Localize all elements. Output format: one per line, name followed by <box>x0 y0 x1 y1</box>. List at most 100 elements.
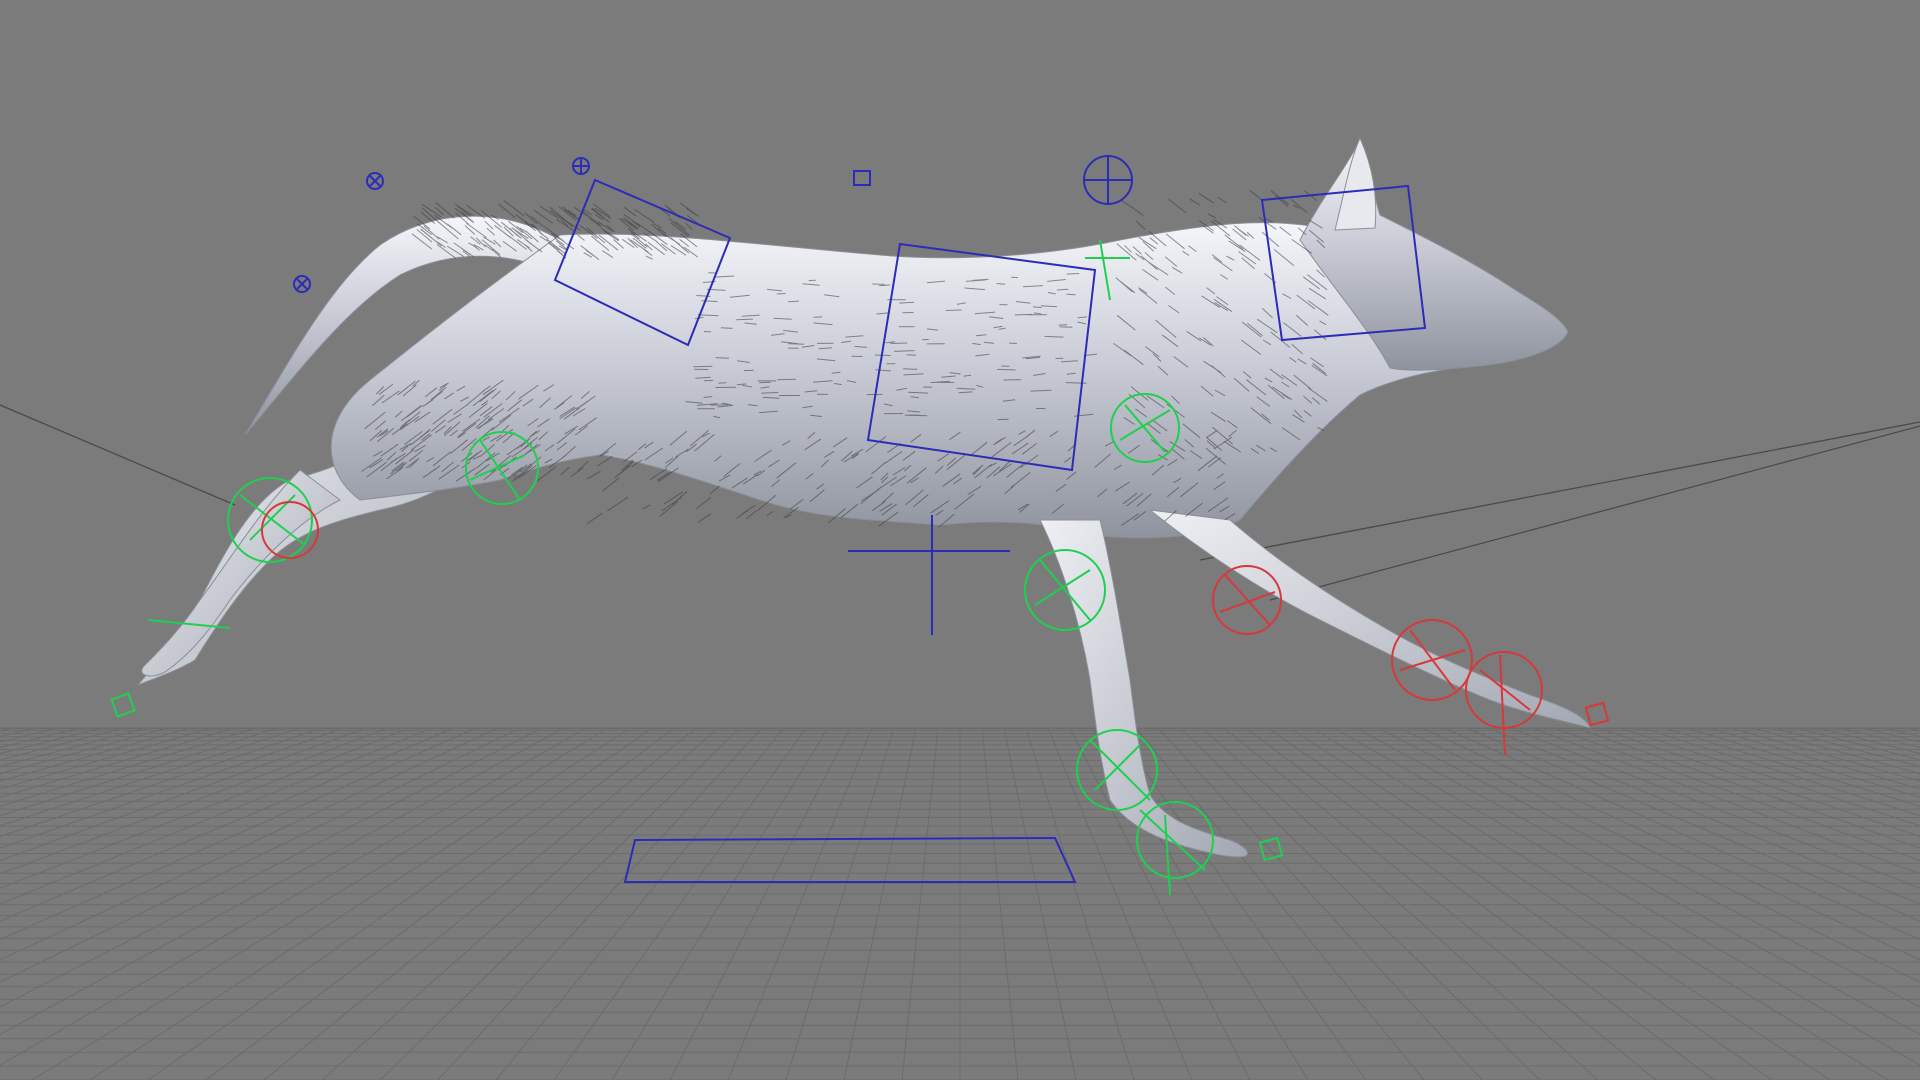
grid-line <box>843 727 917 1080</box>
fur-strand <box>586 512 603 525</box>
grid-line <box>669 727 851 1080</box>
hind-paw-ik-square[interactable] <box>110 692 136 718</box>
hind-leg-near[interactable] <box>141 469 341 677</box>
fur-strand <box>498 203 516 218</box>
grid-line <box>981 727 1019 1080</box>
grid-line <box>0 727 587 1066</box>
grid-line <box>321 727 719 1080</box>
fur-strand <box>674 220 686 230</box>
grid-line <box>901 727 939 1080</box>
fur-strand <box>903 368 918 370</box>
grid-line <box>0 727 521 983</box>
fur-strand <box>634 208 655 223</box>
grid-line <box>495 727 785 1080</box>
fk-controls[interactable] <box>261 501 1610 756</box>
grid-line <box>1179 727 1541 1080</box>
front-paw-fk-square[interactable] <box>1584 701 1610 727</box>
fur-strand <box>623 206 637 217</box>
grid-line <box>1773 727 1920 768</box>
grid-line <box>1663 727 1920 807</box>
fur-strand <box>668 218 690 236</box>
fur-strand <box>890 342 908 344</box>
fur-strand <box>577 460 589 471</box>
grid-line <box>147 727 653 1080</box>
grid-line <box>0 727 37 737</box>
fur-strand <box>761 392 779 394</box>
locator-icon[interactable] <box>293 275 311 293</box>
grid-line <box>1509 727 1920 889</box>
fur-strand <box>560 466 570 476</box>
fur-strand <box>736 318 754 321</box>
fur-strand <box>602 477 620 492</box>
fur-strand <box>685 222 693 231</box>
viewport-canvas[interactable] <box>0 0 1920 1080</box>
fur-strand <box>693 365 713 368</box>
fur-strand <box>586 470 601 480</box>
fur-strand <box>709 485 720 495</box>
fur-strand <box>649 468 668 481</box>
fur-strand <box>746 510 757 520</box>
fur-strand <box>1066 273 1080 275</box>
grid-line <box>0 727 455 922</box>
front-leg-near[interactable] <box>1039 519 1248 858</box>
fur-strand <box>945 309 962 311</box>
fur-strand <box>642 504 651 510</box>
fur-strand <box>1119 199 1134 209</box>
fur-strand <box>777 378 796 381</box>
fur-strand <box>695 497 711 510</box>
fur-strand <box>776 293 786 295</box>
grid-line <box>1817 727 1920 755</box>
fur-strand <box>906 354 917 356</box>
grid-line <box>0 727 257 807</box>
grid-line <box>0 727 213 790</box>
grid-line <box>785 727 895 1080</box>
fur-strand <box>597 455 613 467</box>
ground-grid <box>0 727 1920 1080</box>
paw-ik-square[interactable] <box>1258 836 1284 862</box>
fur-strand <box>1065 382 1087 384</box>
grid-line <box>1707 727 1920 790</box>
fur-strand <box>758 381 771 384</box>
grid-line <box>553 727 807 1080</box>
grid-line <box>1619 727 1920 827</box>
fur-strand <box>1168 199 1187 213</box>
grid-line <box>1795 727 1920 761</box>
fur-strand <box>537 466 557 482</box>
grid-line <box>1157 727 1483 1080</box>
fur-strand <box>997 368 1016 371</box>
grid-line <box>0 727 411 889</box>
fur-strand <box>564 209 580 221</box>
locator-icon[interactable] <box>572 157 590 175</box>
fur-strand <box>715 357 729 359</box>
grid-line <box>1003 727 1077 1080</box>
fur-strand <box>1198 192 1214 204</box>
fur-strand <box>875 354 891 356</box>
3d-viewport[interactable] <box>0 0 1920 1080</box>
grid-line <box>1267 727 1773 1080</box>
grid-line <box>727 727 873 1080</box>
front-leg-far[interactable] <box>1148 509 1591 729</box>
fur-strand <box>1059 326 1073 328</box>
grid-line <box>1443 727 1920 941</box>
grid-line <box>1333 727 1920 1066</box>
fur-strand <box>1207 213 1217 219</box>
fur-strand <box>503 200 525 217</box>
crosshair-icon[interactable] <box>848 515 1010 635</box>
grid-line <box>1135 727 1425 1080</box>
locator-icon[interactable] <box>366 172 384 190</box>
grid-line <box>1377 727 1920 1008</box>
fur-strand <box>1131 206 1144 217</box>
fur-strand <box>1217 196 1227 203</box>
grid-line <box>1575 727 1920 849</box>
grid-line <box>1289 727 1831 1080</box>
grid-line <box>437 727 763 1080</box>
grid-line <box>611 727 829 1080</box>
fur-strand <box>607 496 629 512</box>
grid-line <box>89 727 631 1080</box>
grid-line <box>1113 727 1367 1080</box>
fur-strand <box>736 509 749 520</box>
head-look-target-icon[interactable] <box>1083 155 1133 205</box>
grid-line <box>0 727 477 941</box>
fur-strand <box>570 467 584 477</box>
locator-small-square[interactable] <box>853 170 871 186</box>
